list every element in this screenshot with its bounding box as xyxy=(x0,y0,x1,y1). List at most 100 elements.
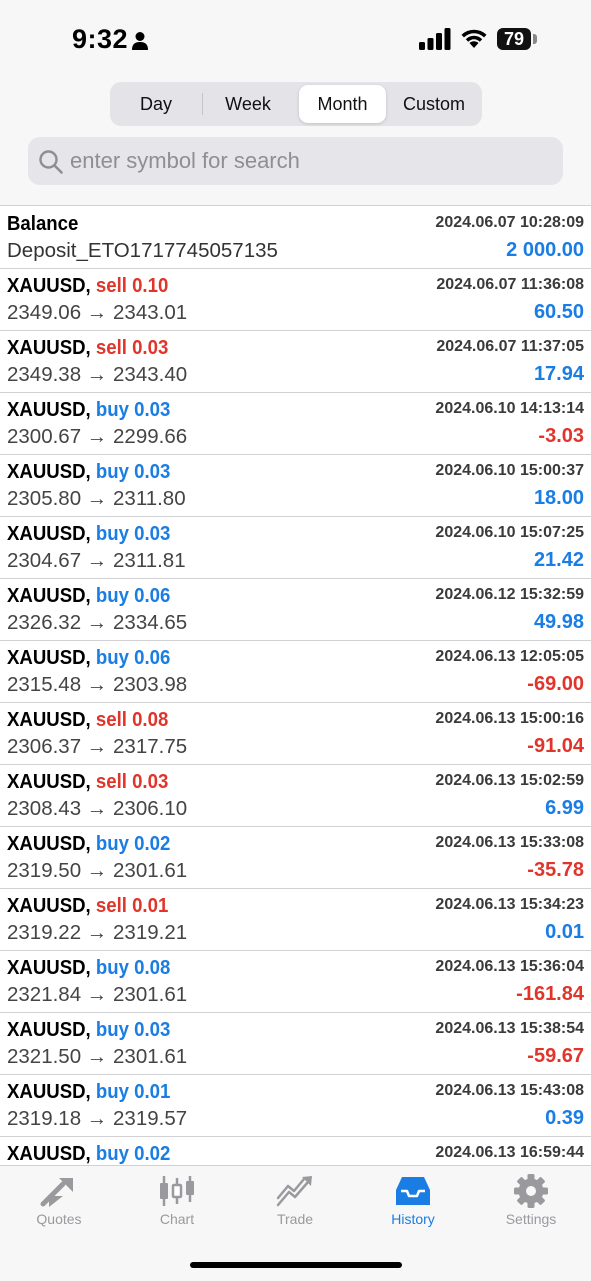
trade-side: buy xyxy=(95,957,129,979)
trade-symbol: XAUUSD, xyxy=(7,771,91,793)
trade-title: XAUUSD, buy 0.01 xyxy=(7,1081,170,1104)
tab-label-quotes: Quotes xyxy=(36,1211,82,1227)
trade-row[interactable]: XAUUSD, sell 0.03 2024.06.07 11:37:05 2349… xyxy=(0,330,591,393)
trade-title: XAUUSD, sell 0.10 xyxy=(7,275,168,298)
tab-week[interactable]: Week xyxy=(205,85,291,123)
trade-symbol: XAUUSD, xyxy=(7,399,91,421)
trade-row[interactable]: XAUUSD, sell 0.08 2024.06.13 15:00:16 2306… xyxy=(0,702,591,765)
trade-row[interactable]: XAUUSD, buy 0.06 2024.06.12 15:32:59 2326.… xyxy=(0,578,591,641)
trade-datetime: 2024.06.07 11:36:08 xyxy=(436,276,584,293)
trade-close-price: 2303.98 xyxy=(113,673,188,696)
trade-side: buy xyxy=(95,1143,129,1165)
trade-profit: -69.00 xyxy=(527,673,584,695)
trade-close-price: 2334.65 xyxy=(113,611,188,634)
trade-volume: 0.08 xyxy=(132,709,169,731)
trade-open-price: 2319.22 xyxy=(7,921,82,944)
trade-side: buy xyxy=(95,399,129,421)
trade-row[interactable]: XAUUSD, buy 0.02 2024.06.13 16:59:44 xyxy=(0,1136,591,1166)
trade-profit: -59.67 xyxy=(527,1045,584,1067)
trade-title: XAUUSD, buy 0.06 xyxy=(7,647,170,670)
person-icon xyxy=(132,32,148,50)
trade-prices: 2319.22 → 2319.21 xyxy=(7,921,187,945)
trade-row[interactable]: XAUUSD, sell 0.10 2024.06.07 11:36:08 2349… xyxy=(0,268,591,331)
trade-open-price: 2315.48 xyxy=(7,673,82,696)
trade-open-price: 2300.67 xyxy=(7,425,82,448)
tab-custom[interactable]: Custom xyxy=(390,85,478,123)
trade-open-price: 2321.50 xyxy=(7,1045,82,1068)
trade-row[interactable]: XAUUSD, sell 0.01 2024.06.13 15:34:23 2319… xyxy=(0,888,591,951)
tab-month[interactable]: Month xyxy=(299,85,386,123)
gear-icon xyxy=(514,1174,548,1208)
trade-datetime: 2024.06.13 15:33:08 xyxy=(435,834,584,851)
trade-prices: 2319.50 → 2301.61 xyxy=(7,859,187,883)
trade-profit: 0.39 xyxy=(545,1107,584,1129)
search-input[interactable] xyxy=(70,137,550,185)
arrow-right-icon: → xyxy=(81,921,114,944)
trade-profit: 60.50 xyxy=(533,301,584,323)
trade-open-price: 2305.80 xyxy=(7,487,82,510)
tab-label-chart: Chart xyxy=(159,1211,195,1227)
trade-volume: 0.01 xyxy=(132,895,169,917)
history-list: Balance Deposit_ETO1717745057135 2024.06… xyxy=(0,205,591,1166)
trade-row[interactable]: XAUUSD, buy 0.01 2024.06.13 15:43:08 2319.… xyxy=(0,1074,591,1137)
trade-volume: 0.06 xyxy=(134,647,171,669)
trade-profit: -3.03 xyxy=(538,425,584,447)
trade-datetime: 2024.06.13 12:05:05 xyxy=(435,648,584,665)
trade-symbol: XAUUSD, xyxy=(7,337,91,359)
trade-symbol: XAUUSD, xyxy=(7,1081,91,1103)
trade-row[interactable]: XAUUSD, buy 0.03 2024.06.10 14:13:14 2300.… xyxy=(0,392,591,455)
trade-open-price: 2321.84 xyxy=(7,983,82,1006)
trade-datetime: 2024.06.07 11:37:05 xyxy=(436,338,584,355)
tab-label-trade: Trade xyxy=(276,1211,314,1227)
trade-row[interactable]: XAUUSD, buy 0.08 2024.06.13 15:36:04 2321.… xyxy=(0,950,591,1013)
tab-history[interactable]: History xyxy=(354,1174,472,1244)
trade-side: buy xyxy=(95,647,129,669)
trade-open-price: 2319.50 xyxy=(7,859,82,882)
tab-trade[interactable]: Trade xyxy=(236,1174,354,1244)
trade-row[interactable]: XAUUSD, buy 0.03 2024.06.10 15:07:25 2304.… xyxy=(0,516,591,579)
trade-side: buy xyxy=(95,1019,129,1041)
segment-divider xyxy=(202,93,203,115)
trade-open-price: 2349.06 xyxy=(7,301,82,324)
quotes-icon xyxy=(40,1178,73,1207)
trade-close-price: 2343.40 xyxy=(113,363,188,386)
trade-prices: 2319.18 → 2319.57 xyxy=(7,1107,187,1131)
search-icon xyxy=(39,150,63,174)
balance-row[interactable]: Balance Deposit_ETO1717745057135 2024.06… xyxy=(0,206,591,269)
trade-prices: 2321.84 → 2301.61 xyxy=(7,983,187,1007)
status-time: 9:32 xyxy=(72,24,129,54)
tab-settings[interactable]: Settings xyxy=(472,1174,590,1244)
wifi-icon xyxy=(461,29,487,48)
trade-close-price: 2319.21 xyxy=(113,921,188,944)
trade-row[interactable]: XAUUSD, buy 0.06 2024.06.13 12:05:05 2315.… xyxy=(0,640,591,703)
trade-profit: -161.84 xyxy=(516,983,584,1005)
tab-day[interactable]: Day xyxy=(113,85,199,123)
trade-symbol: XAUUSD, xyxy=(7,1143,91,1165)
trade-datetime: 2024.06.13 15:00:16 xyxy=(435,710,584,727)
trade-volume: 0.02 xyxy=(134,833,171,855)
trade-row[interactable]: XAUUSD, buy 0.02 2024.06.13 15:33:08 2319.… xyxy=(0,826,591,889)
trade-row[interactable]: XAUUSD, buy 0.03 2024.06.13 15:38:54 2321.… xyxy=(0,1012,591,1075)
cellular-signal-icon xyxy=(419,28,451,50)
trade-symbol: XAUUSD, xyxy=(7,957,91,979)
trade-row[interactable]: XAUUSD, buy 0.03 2024.06.10 15:00:37 2305.… xyxy=(0,454,591,517)
trade-title: XAUUSD, buy 0.03 xyxy=(7,461,170,484)
trade-prices: 2315.48 → 2303.98 xyxy=(7,673,187,697)
trade-side: buy xyxy=(95,585,129,607)
trade-title: XAUUSD, sell 0.03 xyxy=(7,337,168,360)
tab-chart[interactable]: Chart xyxy=(118,1174,236,1244)
search-bar[interactable] xyxy=(28,137,563,185)
trade-datetime: 2024.06.13 15:38:54 xyxy=(435,1020,584,1037)
trade-profit: 0.01 xyxy=(545,921,584,943)
tab-quotes[interactable]: Quotes xyxy=(0,1174,118,1244)
trade-side: sell xyxy=(95,895,127,917)
trade-profit: 17.94 xyxy=(533,363,584,385)
trade-profit: 21.42 xyxy=(533,549,584,571)
trade-row[interactable]: XAUUSD, sell 0.03 2024.06.13 15:02:59 2308… xyxy=(0,764,591,827)
trade-volume: 0.03 xyxy=(134,1019,171,1041)
trade-profit: -91.04 xyxy=(527,735,584,757)
arrow-right-icon: → xyxy=(81,301,114,324)
balance-comment: Deposit_ETO1717745057135 xyxy=(7,239,278,262)
trade-side: sell xyxy=(95,709,127,731)
trade-open-price: 2326.32 xyxy=(7,611,82,634)
